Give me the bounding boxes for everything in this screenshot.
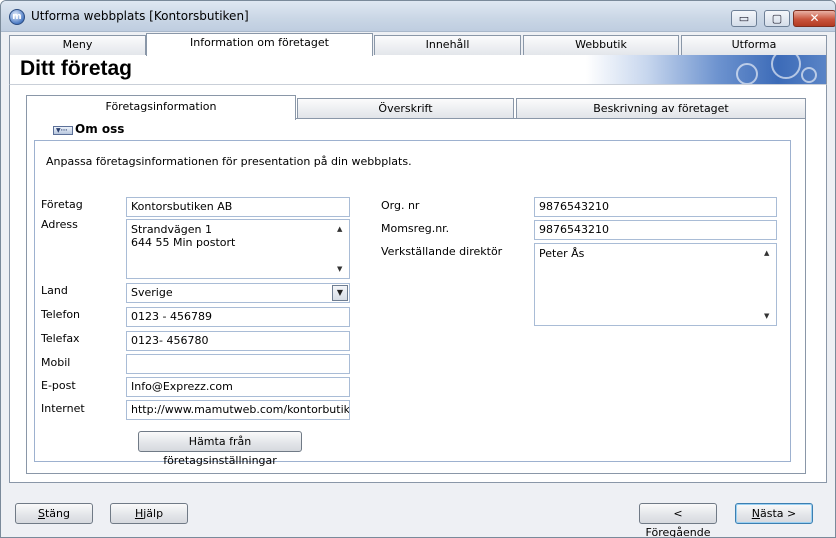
mobile-label: Mobil [41, 356, 71, 369]
app-logo-icon: m [9, 9, 25, 25]
sub-tab-strip: Företagsinformation Överskrift Beskrivni… [26, 95, 806, 120]
application-window: m Utforma webbplats [Kontorsbutiken] ▭ ▢… [0, 0, 836, 538]
main-tab-strip: Meny Information om företaget Innehåll W… [9, 33, 827, 56]
tab-foretagsinformation[interactable]: Företagsinformation [26, 95, 296, 120]
minimize-icon: ▭ [738, 12, 750, 25]
ceo-scrollbar[interactable]: ▲ ▼ [761, 244, 776, 325]
phone-field[interactable]: 0123 - 456789 [126, 307, 350, 327]
section-title: Om oss [75, 122, 125, 136]
address-scrollbar[interactable]: ▲ ▼ [334, 220, 349, 278]
collapse-icon[interactable]: ▼··· [53, 126, 73, 135]
tab-utforma[interactable]: Utforma [681, 35, 827, 55]
page-title: Ditt företag [20, 57, 132, 80]
company-info-panel: ▼··· Om oss Anpassa företagsinformationen… [26, 118, 806, 474]
org-nr-label: Org. nr [381, 199, 420, 212]
scroll-up-icon[interactable]: ▲ [337, 223, 342, 236]
close-window-button[interactable]: ✕ [793, 10, 835, 27]
maximize-button[interactable]: ▢ [764, 10, 790, 27]
vat-nr-field[interactable]: 9876543210 [534, 220, 777, 240]
org-nr-field[interactable]: 9876543210 [534, 197, 777, 217]
window-title: Utforma webbplats [Kontorsbutiken] [31, 9, 249, 23]
company-label: Företag [41, 198, 83, 211]
maximize-icon: ▢ [771, 12, 783, 25]
internet-label: Internet [41, 402, 85, 415]
tab-beskrivning-av-foretaget[interactable]: Beskrivning av företaget [516, 98, 806, 119]
close-icon: ✕ [809, 11, 820, 25]
country-select[interactable]: Sverige ▼ [126, 283, 350, 303]
next-button[interactable]: Nästa > [735, 503, 813, 524]
footer-bar: Stäng Hjälp < Föregående Nästa > [1, 491, 835, 537]
mobile-field[interactable] [126, 354, 350, 374]
fax-label: Telefax [41, 332, 80, 345]
ceo-label: Verkställande direktör [381, 245, 503, 258]
minimize-button[interactable]: ▭ [731, 10, 757, 27]
tab-innehall[interactable]: Innehåll [374, 35, 521, 55]
fax-field[interactable]: 0123- 456780 [126, 331, 350, 351]
scroll-down-icon[interactable]: ▼ [337, 263, 342, 276]
fetch-from-settings-button[interactable]: Hämta från företagsinställningar [138, 431, 302, 467]
title-bar: m Utforma webbplats [Kontorsbutiken] ▭ ▢… [1, 1, 835, 32]
address-field[interactable]: Strandvägen 1 644 55 Min postort ▲ ▼ [126, 219, 350, 279]
address-line-1: Strandvägen 1 [131, 223, 212, 236]
country-label: Land [41, 284, 68, 297]
company-field[interactable]: Kontorsbutiken AB [126, 197, 350, 217]
country-value: Sverige [131, 286, 173, 299]
main-panel: Företagsinformation Överskrift Beskrivni… [9, 85, 827, 483]
scroll-down-icon[interactable]: ▼ [764, 310, 769, 323]
address-line-2: 644 55 Min postort [131, 236, 236, 249]
email-label: E-post [41, 379, 76, 392]
ceo-value: Peter Ås [539, 247, 585, 260]
vat-nr-label: Momsreg.nr. [381, 222, 450, 235]
address-label: Adress [41, 218, 78, 231]
tab-meny[interactable]: Meny [9, 35, 146, 55]
chevron-down-icon[interactable]: ▼ [332, 285, 348, 301]
help-button[interactable]: Hjälp [110, 503, 188, 524]
scroll-up-icon[interactable]: ▲ [764, 247, 769, 260]
internet-field[interactable]: http://www.mamutweb.com/kontorbutiken [126, 400, 350, 420]
email-field[interactable]: Info@Exprezz.com [126, 377, 350, 397]
tab-information-om-foretaget[interactable]: Information om företaget [146, 33, 373, 56]
page-header: Ditt företag [9, 55, 827, 85]
about-us-group: Anpassa företagsinformationen för presen… [34, 140, 791, 467]
tab-overskrift[interactable]: Överskrift [297, 98, 514, 119]
section-header[interactable]: ▼··· Om oss [53, 122, 124, 136]
intro-text: Anpassa företagsinformationen för presen… [46, 155, 412, 168]
ceo-field[interactable]: Peter Ås ▲ ▼ [534, 243, 777, 326]
tab-webbutik[interactable]: Webbutik [523, 35, 679, 55]
phone-label: Telefon [41, 308, 81, 321]
header-banner-image [586, 55, 826, 84]
close-button[interactable]: Stäng [15, 503, 93, 524]
previous-button[interactable]: < Föregående [639, 503, 717, 537]
